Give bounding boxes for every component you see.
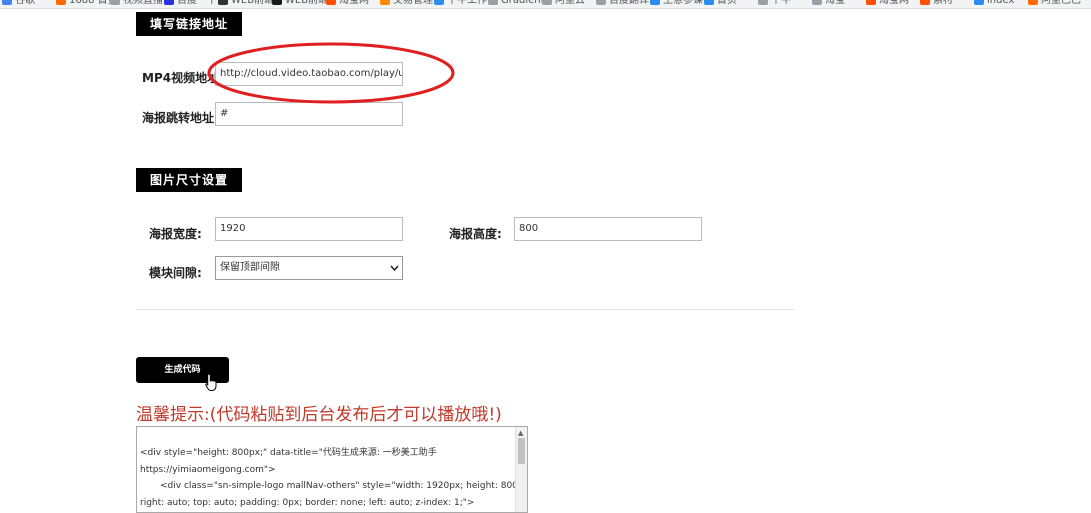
bookmark-item[interactable]: index — [974, 0, 1014, 8]
bookmark-favicon-icon — [326, 0, 336, 5]
bookmark-label: 生意参谋 — [663, 0, 703, 6]
bookmark-item[interactable]: Gradient — [488, 0, 545, 8]
bookmark-label: 淘宝 — [825, 0, 845, 6]
bookmark-label: 阿里巴巴 — [1041, 0, 1081, 6]
code-line: <div style="height: 800px;" data-title="… — [140, 448, 437, 458]
bookmark-favicon-icon — [164, 0, 174, 5]
bookmark-item[interactable]: 生意参谋 — [650, 0, 703, 8]
bookmark-item[interactable]: 百度翻译 — [596, 0, 649, 8]
bookmark-favicon-icon — [542, 0, 552, 5]
bookmark-favicon-icon — [380, 0, 390, 5]
bookmark-item[interactable]: WEB前端 — [218, 0, 274, 8]
bookmark-label: 阿里云 — [555, 0, 585, 6]
code-scrollbar[interactable]: ▲ — [515, 427, 527, 512]
bookmark-item[interactable]: 首页 — [704, 0, 737, 8]
poster-width-label: 海报宽度: — [149, 227, 202, 241]
bookmark-label: 淘宝网 — [879, 0, 909, 6]
poster-width-input[interactable]: 1920 — [215, 217, 403, 241]
section-header-link: 填写链接地址 — [136, 12, 243, 36]
bookmark-favicon-icon — [758, 0, 768, 5]
bookmark-item[interactable]: 1688 首页 — [56, 0, 118, 8]
bookmark-favicon-icon — [218, 0, 228, 5]
bookmark-favicon-icon — [650, 0, 660, 5]
code-output-text: <div style="height: 800px;" data-title="… — [140, 445, 528, 512]
bookmark-label: index — [987, 0, 1015, 6]
section-header-size: 图片尺寸设置 — [136, 168, 243, 192]
bookmark-favicon-icon — [866, 0, 876, 5]
bookmark-label: 视频直播 — [123, 0, 163, 6]
warm-tip-notice: 温馨提示:(代码粘贴到后台发布后才可以播放哦!) — [136, 405, 502, 425]
bookmark-favicon-icon — [974, 0, 984, 5]
code-line: https://yimiaomeigong.com"> — [140, 464, 276, 475]
bookmark-favicon-icon — [2, 0, 12, 5]
bookmark-label: 素材 — [933, 0, 953, 6]
poster-height-label: 海报高度: — [449, 227, 502, 241]
bookmark-label: 百度翻译 — [609, 0, 649, 6]
bookmark-favicon-icon — [812, 0, 822, 5]
bookmark-label: 百度一下 — [177, 0, 217, 6]
code-line: <div class="sn-simple-logo mallNav-other… — [160, 481, 528, 491]
bookmark-favicon-icon — [704, 0, 714, 5]
divider — [136, 309, 795, 310]
bookmark-label: 淘宝网 — [339, 0, 369, 6]
bookmark-label: 首页 — [717, 0, 737, 6]
module-gap-selected: 保留顶部间隙 — [220, 262, 280, 273]
annotation-ellipse — [207, 42, 455, 104]
bookmark-favicon-icon — [488, 0, 498, 5]
bookmark-favicon-icon — [434, 0, 444, 5]
bookmark-favicon-icon — [1028, 0, 1038, 5]
bookmark-item[interactable]: 素材 — [920, 0, 953, 8]
code-output-textarea[interactable]: <div style="height: 800px;" data-title="… — [136, 426, 528, 513]
bookmark-item[interactable]: 视频直播 — [110, 0, 163, 8]
bookmark-favicon-icon — [596, 0, 606, 5]
bookmark-label: 谷歌 — [15, 0, 35, 6]
bookmark-favicon-icon — [272, 0, 282, 5]
bookmark-item[interactable]: 淘宝 — [812, 0, 845, 8]
poster-link-label: 海报跳转地址: — [142, 111, 219, 125]
bookmark-label: WEB前端 — [231, 0, 275, 6]
hand-cursor-icon — [205, 373, 217, 391]
bookmark-favicon-icon — [56, 0, 66, 5]
bookmark-label: 千牛 — [771, 0, 791, 6]
bookmark-item[interactable]: 交易管理 — [380, 0, 433, 8]
bookmark-item[interactable]: 阿里云 — [542, 0, 585, 8]
bookmark-favicon-icon — [920, 0, 930, 5]
code-line: right: auto; top: auto; padding: 0px; bo… — [140, 497, 475, 508]
bookmark-label: WEB前端 — [285, 0, 329, 6]
poster-height-input[interactable]: 800 — [514, 217, 702, 241]
bookmark-item[interactable]: 千牛 — [758, 0, 791, 8]
bookmark-favicon-icon — [110, 0, 120, 5]
poster-link-input[interactable]: # — [215, 102, 403, 126]
bookmark-item[interactable]: 淘宝网 — [866, 0, 909, 8]
chevron-down-icon — [390, 257, 399, 288]
bookmarks-bar: 谷歌 1688 首页 视频直播 百度一下 WEB前端 WEB前端 淘宝网 交易管理 千牛工作台 G… — [0, 0, 1091, 9]
bookmark-item[interactable]: 阿里巴巴 — [1028, 0, 1081, 8]
scroll-thumb[interactable] — [518, 438, 525, 464]
bookmark-item[interactable]: WEB前端 — [272, 0, 328, 8]
bookmark-label: Gradient — [501, 0, 545, 6]
bookmark-item[interactable]: 百度一下 — [164, 0, 217, 8]
bookmark-item[interactable]: 淘宝网 — [326, 0, 369, 8]
bookmark-label: 交易管理 — [393, 0, 433, 6]
module-gap-label: 模块间隙: — [149, 266, 202, 280]
scroll-up-arrow-icon[interactable]: ▲ — [518, 429, 523, 437]
module-gap-select[interactable]: 保留顶部间隙 — [215, 256, 403, 280]
bookmark-item[interactable]: 谷歌 — [2, 0, 35, 8]
